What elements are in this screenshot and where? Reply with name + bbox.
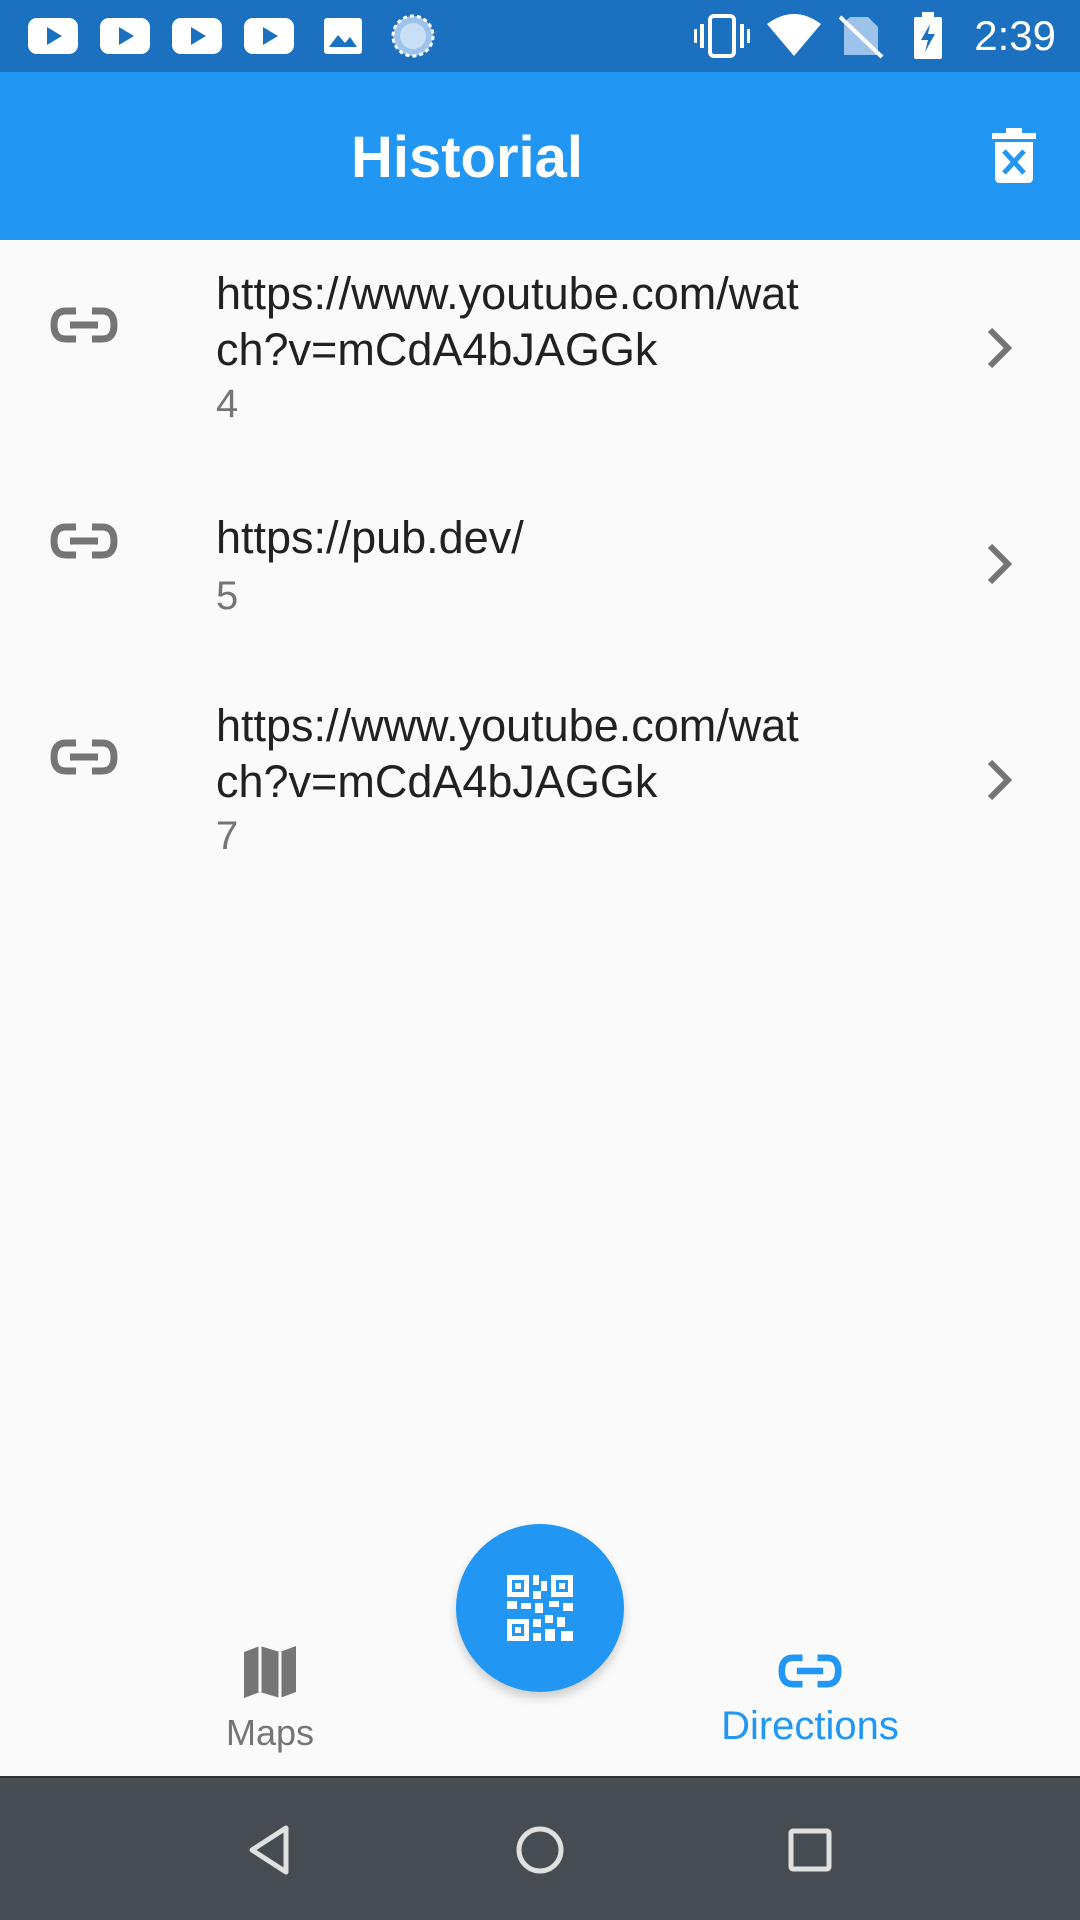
chevron-right-icon <box>987 759 1013 801</box>
history-url: https://www.youtube.com/watch?v=mCdA4bJA… <box>216 700 799 807</box>
history-url: https://pub.dev/ <box>216 512 524 563</box>
recents-icon <box>788 1828 832 1872</box>
image-icon <box>318 18 368 54</box>
screen: 2:39 Historial https://www.youtube.com/w… <box>0 0 1080 1920</box>
link-icon <box>778 1654 842 1688</box>
sync-circle-icon <box>388 14 438 58</box>
youtube-icon <box>244 18 294 54</box>
chevron-right-icon <box>987 327 1013 369</box>
history-url: https://www.youtube.com/watch?v=mCdA4bJA… <box>216 268 799 375</box>
home-button[interactable] <box>504 1814 576 1886</box>
system-navigation-bar <box>0 1776 1080 1920</box>
history-id: 7 <box>216 814 239 858</box>
page-title: Historial <box>350 125 584 190</box>
home-icon <box>516 1826 564 1874</box>
youtube-icon <box>28 18 78 54</box>
app-bar: Historial <box>0 72 1080 240</box>
qr-code-icon <box>507 1575 573 1641</box>
back-icon <box>249 1825 289 1875</box>
nav-item-directions[interactable]: Directions <box>660 1612 960 1776</box>
status-time: 2:39 <box>974 12 1056 59</box>
wifi-icon <box>766 12 822 60</box>
chevron-right-icon <box>987 543 1013 585</box>
history-id: 4 <box>216 382 239 426</box>
link-icon <box>50 523 118 559</box>
nav-item-maps[interactable]: Maps <box>120 1612 420 1776</box>
link-icon <box>50 739 118 775</box>
battery-charging-icon <box>908 12 948 60</box>
history-id: 5 <box>216 574 239 618</box>
delete-all-button[interactable] <box>978 120 1050 192</box>
status-bar: 2:39 <box>0 0 1080 72</box>
history-list: https://www.youtube.com/watch?v=mCdA4bJA… <box>0 240 1080 888</box>
link-icon <box>50 307 118 343</box>
vibrate-icon <box>694 12 750 60</box>
youtube-icon <box>100 18 150 54</box>
list-item[interactable]: https://www.youtube.com/watch?v=mCdA4bJA… <box>0 240 1080 456</box>
list-item[interactable]: https://pub.dev/ 5 <box>0 456 1080 672</box>
list-item[interactable]: https://www.youtube.com/watch?v=mCdA4bJA… <box>0 672 1080 888</box>
map-icon <box>244 1646 296 1698</box>
youtube-icon <box>172 18 222 54</box>
nav-label-maps: Maps <box>225 1712 315 1753</box>
delete-forever-icon <box>992 128 1036 183</box>
nav-label-directions: Directions <box>721 1704 899 1748</box>
back-button[interactable] <box>234 1814 306 1886</box>
no-sim-icon <box>838 12 884 60</box>
recents-button[interactable] <box>774 1814 846 1886</box>
scan-qr-fab[interactable] <box>456 1524 624 1692</box>
